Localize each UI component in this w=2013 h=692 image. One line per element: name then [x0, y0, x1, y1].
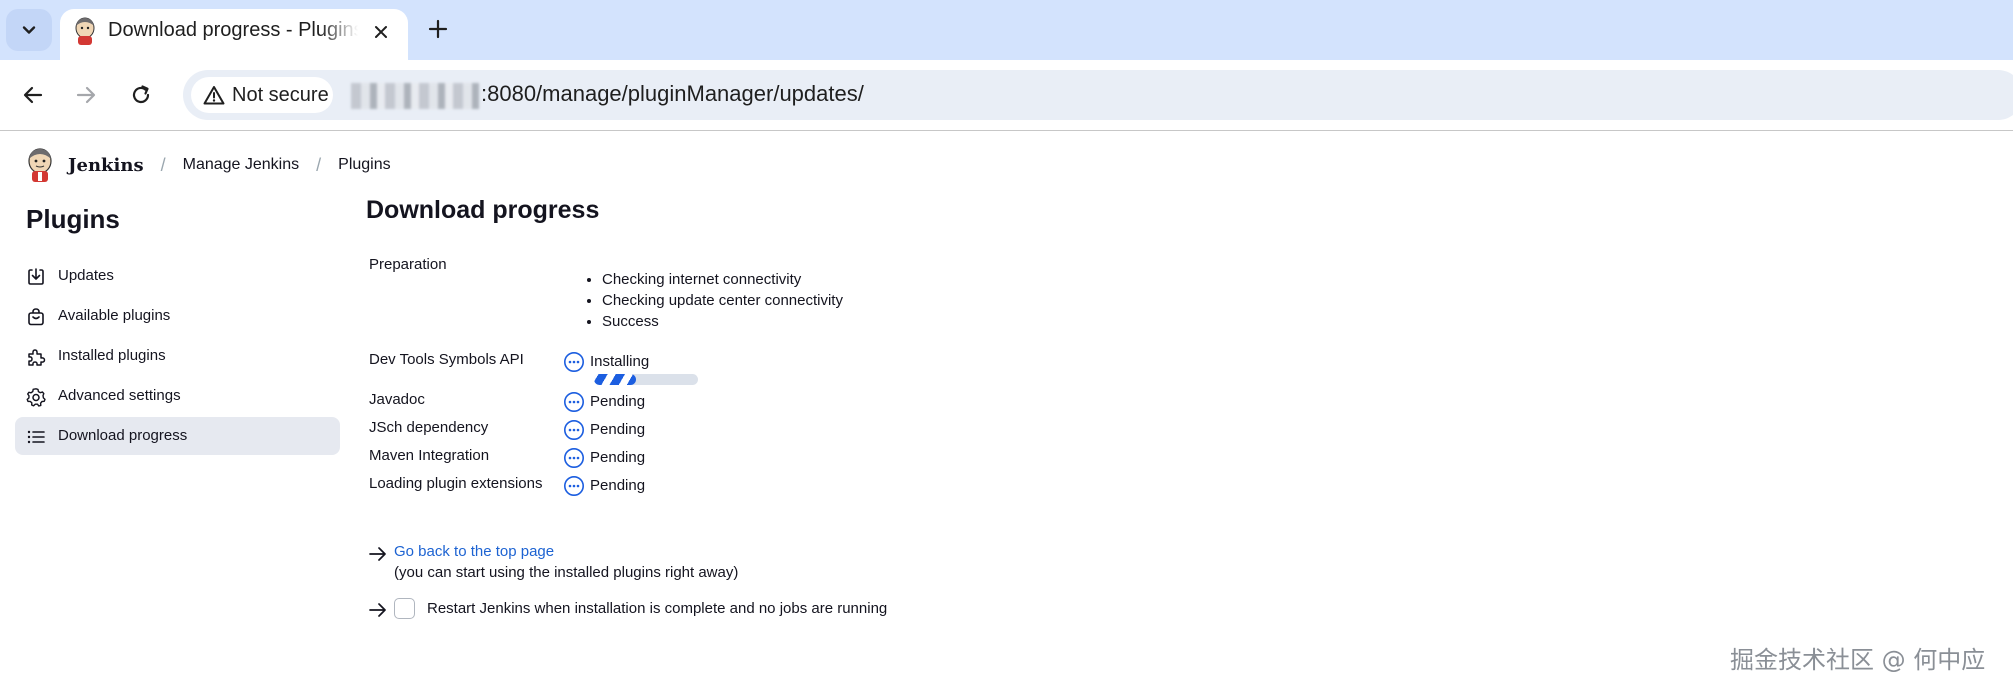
url-text[interactable]: :8080/manage/pluginManager/updates/	[481, 81, 864, 107]
top-page-link[interactable]: Go back to the top page	[394, 543, 554, 560]
more-horizontal-circle-icon	[564, 476, 584, 496]
warning-icon	[203, 86, 225, 105]
sidebar-item-label: Download progress	[58, 427, 188, 444]
browser-tabstrip: Download progress - Plugins	[0, 0, 2013, 60]
preparation-steps: Checking internet connectivity Checking …	[587, 269, 843, 332]
more-horizontal-circle-icon	[564, 392, 584, 412]
progress-fill	[594, 374, 636, 385]
top-page-note: (you can start using the installed plugi…	[394, 564, 739, 581]
breadcrumb-separator: /	[160, 154, 166, 175]
list-item: Checking update center connectivity	[602, 290, 843, 311]
download-box-icon	[28, 268, 44, 285]
more-horizontal-circle-icon	[564, 420, 584, 440]
job-name: JSch dependency	[369, 419, 489, 436]
install-progress-bar	[594, 374, 698, 385]
brand-link[interactable]: Jenkins	[68, 155, 144, 176]
job-name: Maven Integration	[369, 447, 490, 464]
list-icon	[27, 430, 45, 444]
gear-icon	[26, 388, 46, 407]
security-label: Not secure	[232, 84, 329, 106]
tab-search-button[interactable]	[6, 9, 52, 51]
restart-checkbox[interactable]	[394, 598, 415, 619]
redacted-host	[351, 83, 479, 109]
site-security-chip[interactable]: Not secure	[191, 77, 333, 113]
status-text: Installing	[590, 353, 650, 370]
sidebar-item-label: Updates	[58, 267, 114, 284]
jenkins-logo-icon[interactable]	[26, 147, 54, 183]
new-tab-icon[interactable]	[425, 16, 451, 42]
close-icon[interactable]	[371, 22, 391, 42]
address-bar[interactable]: Not secure :8080/manage/pluginManager/up…	[183, 70, 2013, 120]
sidebar-item-label: Installed plugins	[58, 347, 166, 364]
sidebar-item-label: Available plugins	[58, 307, 171, 324]
back-arrow-icon[interactable]	[20, 82, 46, 108]
breadcrumb-manage-jenkins[interactable]: Manage Jenkins	[183, 156, 300, 174]
restart-checkbox-label[interactable]: Restart Jenkins when installation is com…	[427, 600, 887, 617]
breadcrumb-separator: /	[316, 154, 322, 175]
job-name: Dev Tools Symbols API	[369, 351, 524, 368]
sidebar-item-updates[interactable]: Updates	[15, 257, 340, 295]
breadcrumb-plugins[interactable]: Plugins	[338, 156, 390, 174]
job-name: Javadoc	[369, 391, 425, 408]
watermark: 掘金技术社区 @ 何中应	[1730, 646, 1986, 674]
sidebar-item-label: Advanced settings	[58, 387, 181, 404]
list-item: Success	[602, 311, 843, 332]
status-text: Pending	[590, 477, 646, 494]
more-horizontal-circle-icon	[564, 448, 584, 468]
job-name: Loading plugin extensions	[369, 475, 543, 492]
sidebar-item-installed-plugins[interactable]: Installed plugins	[15, 337, 340, 375]
list-item: Checking internet connectivity	[602, 269, 843, 290]
arrow-right-icon	[369, 547, 386, 561]
browser-tab[interactable]: Download progress - Plugins	[60, 9, 408, 60]
sidebar-item-advanced-settings[interactable]: Advanced settings	[15, 377, 340, 415]
tab-title: Download progress - Plugins	[108, 19, 358, 41]
status-text: Pending	[590, 449, 646, 466]
page-title: Download progress	[366, 196, 600, 224]
status-text: Pending	[590, 421, 646, 438]
shopping-bag-icon	[28, 308, 44, 326]
arrow-right-icon	[369, 603, 386, 617]
puzzle-icon	[28, 349, 46, 366]
forward-arrow-icon[interactable]	[73, 82, 99, 108]
status-text: Pending	[590, 393, 646, 410]
sidebar-item-download-progress[interactable]: Download progress	[15, 417, 340, 455]
breadcrumb: Jenkins / Manage Jenkins / Plugins	[26, 145, 391, 185]
more-horizontal-circle-icon	[564, 352, 584, 372]
reload-icon[interactable]	[128, 82, 154, 108]
chevron-down-icon	[22, 26, 36, 34]
jenkins-favicon-icon	[75, 17, 95, 45]
browser-toolbar: Not secure :8080/manage/pluginManager/up…	[0, 60, 2013, 131]
preparation-label: Preparation	[369, 256, 447, 273]
sidebar-item-available-plugins[interactable]: Available plugins	[15, 297, 340, 335]
sidebar-title: Plugins	[26, 204, 120, 234]
